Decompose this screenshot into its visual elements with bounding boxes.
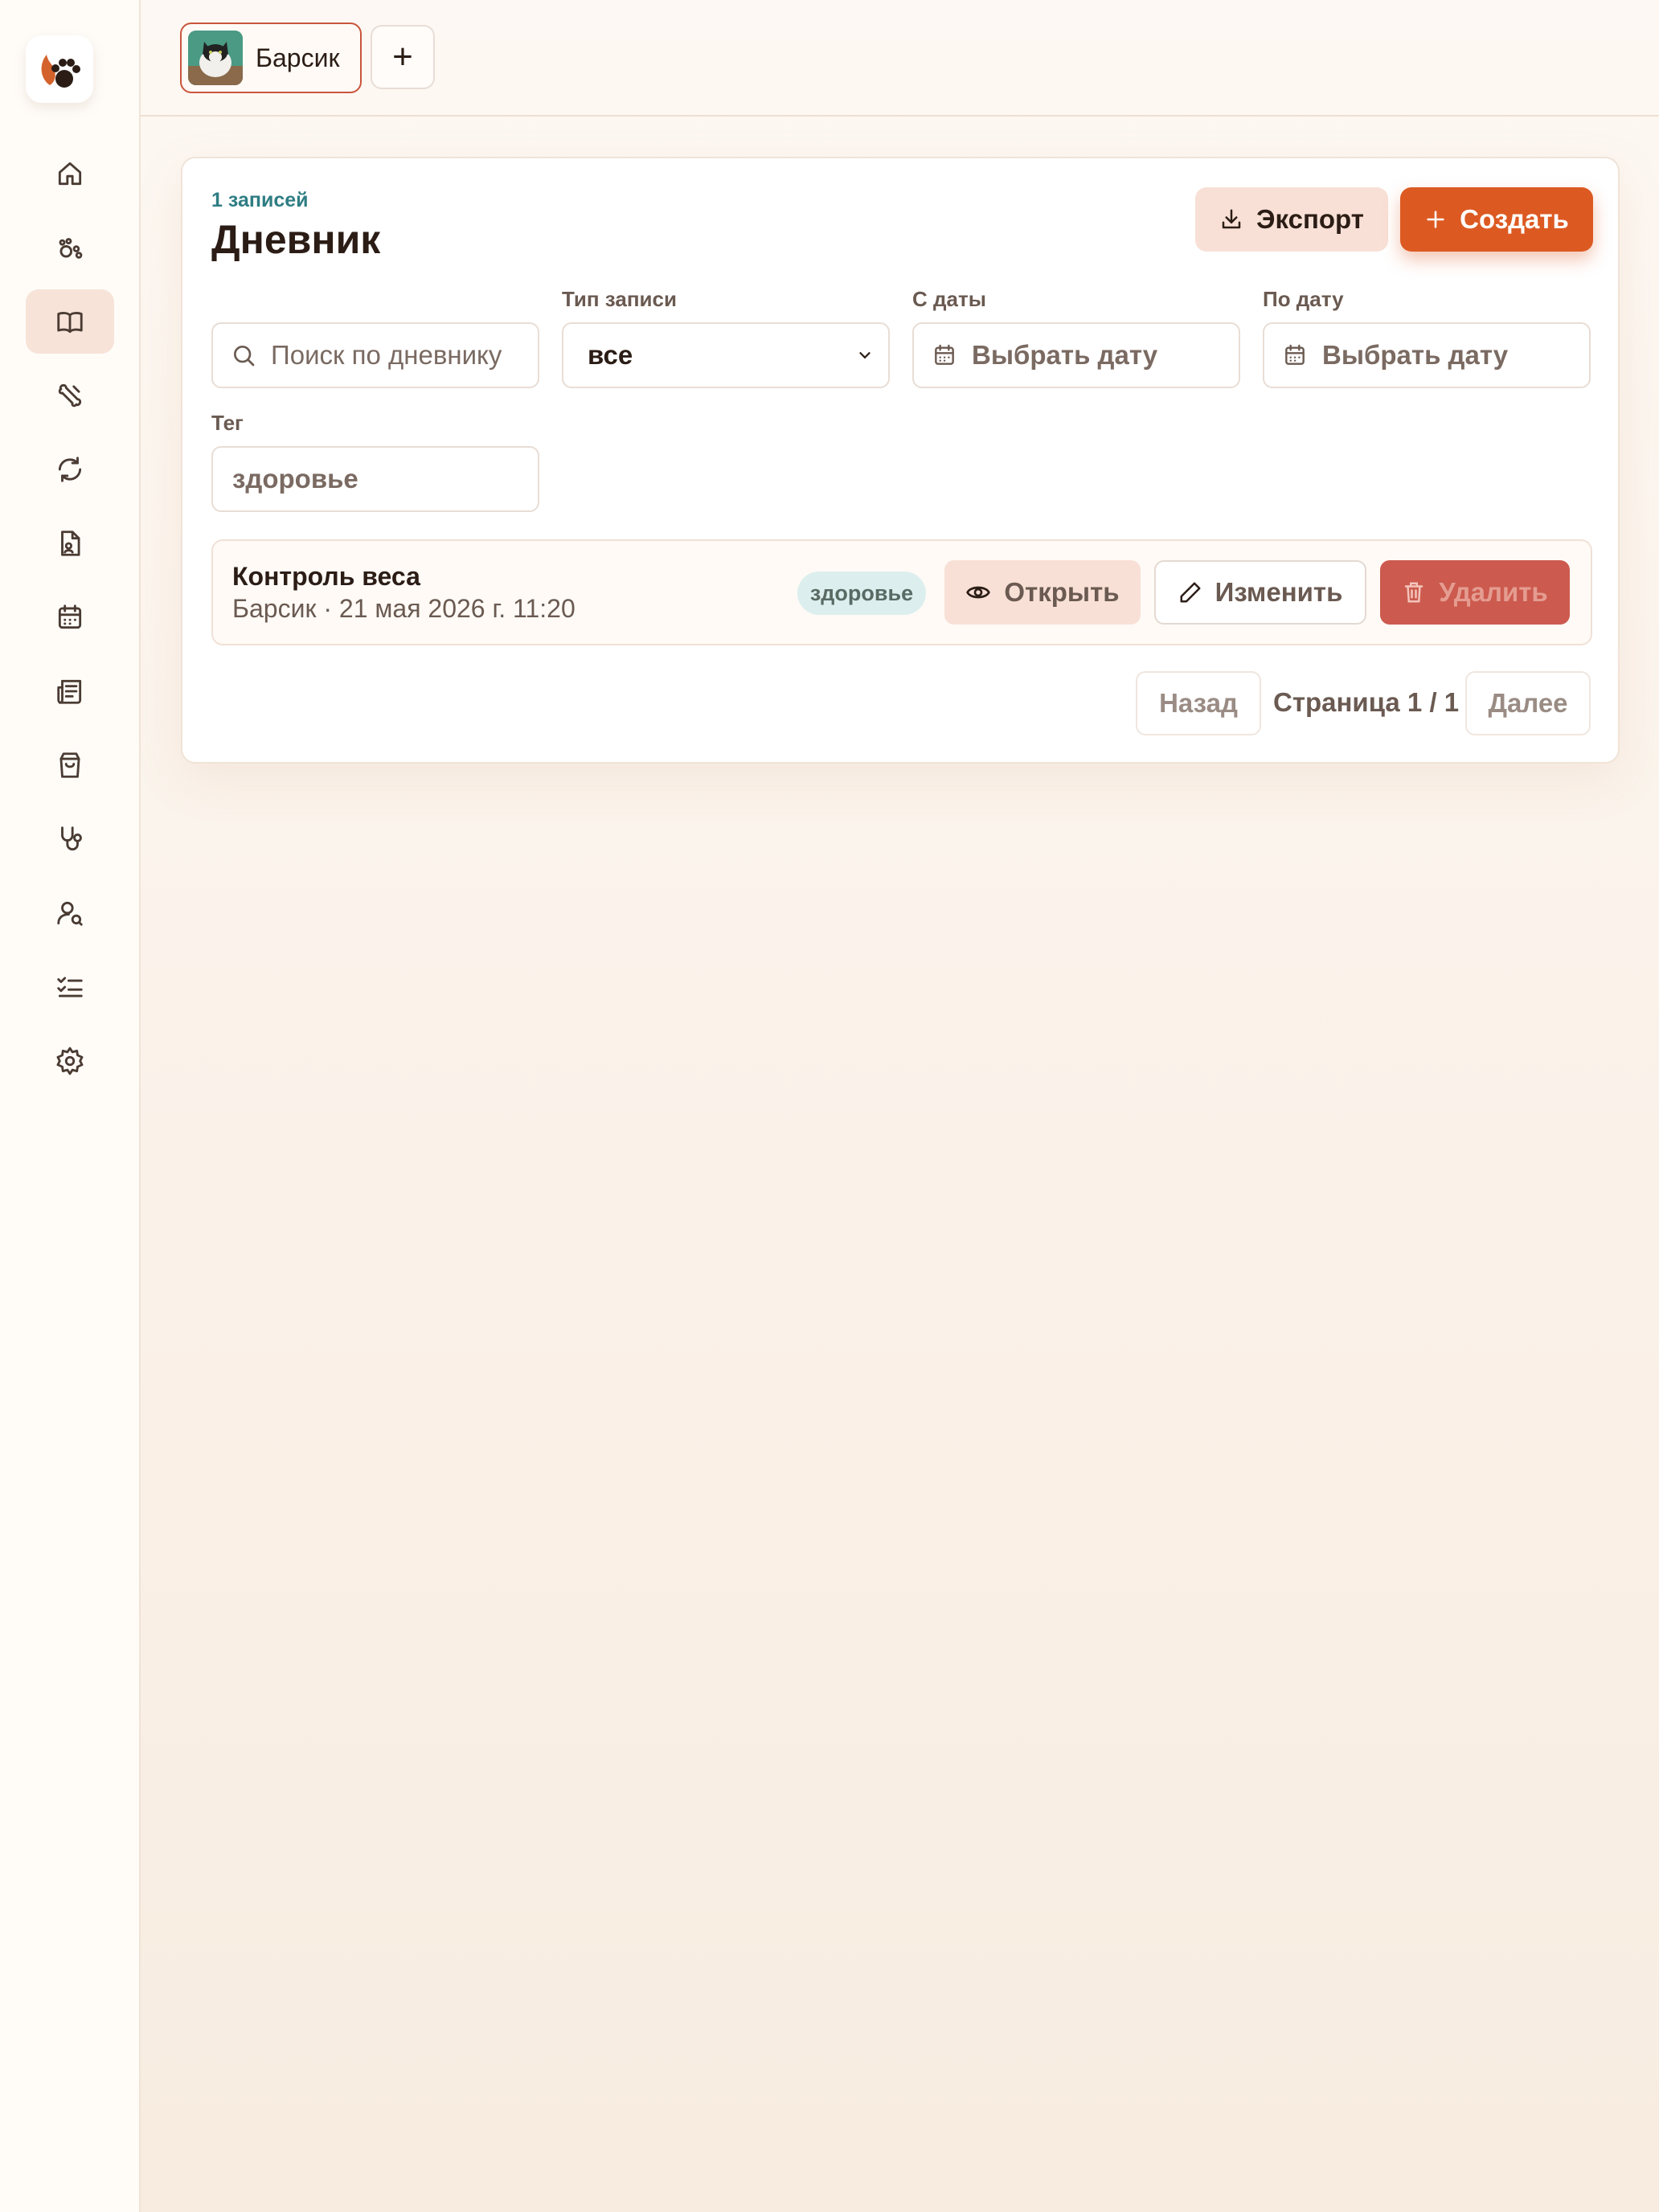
nav-pets[interactable] xyxy=(26,215,114,280)
from-date-picker[interactable]: Выбрать дату xyxy=(912,322,1240,388)
type-label: Тип записи xyxy=(562,287,677,311)
tag-input[interactable]: здоровье xyxy=(211,446,539,512)
tag-value: здоровье xyxy=(232,464,358,494)
to-date-label: По дату xyxy=(1263,287,1344,311)
nav-routines[interactable] xyxy=(26,437,114,502)
from-date-label: С даты xyxy=(912,287,986,311)
trash-icon xyxy=(1405,582,1423,603)
nav-food[interactable] xyxy=(26,363,114,428)
entry-title: Контроль веса xyxy=(232,562,420,591)
calendar-icon xyxy=(935,344,954,365)
entry-tag-badge: здоровье xyxy=(797,571,926,615)
search-input[interactable]: Поиск по дневнику xyxy=(211,322,539,388)
bone-icon xyxy=(58,383,82,408)
calendar-icon xyxy=(1285,344,1305,365)
settings-icon xyxy=(56,1047,84,1075)
app-logo[interactable] xyxy=(26,35,93,103)
nav-calendar[interactable] xyxy=(26,585,114,649)
paws-icon xyxy=(59,238,83,259)
edit-button[interactable]: Изменить xyxy=(1154,560,1366,625)
eye-icon xyxy=(966,586,991,599)
open-label: Открыть xyxy=(1004,577,1120,607)
entries-count: 1 записей xyxy=(211,189,309,211)
list-item: Контроль веса Барсик · 21 мая 2026 г. 11… xyxy=(211,539,1592,645)
nav-vet[interactable] xyxy=(26,807,114,871)
shopping-bag-icon xyxy=(59,752,80,778)
checklist-icon xyxy=(57,977,83,997)
user-search-icon xyxy=(57,901,83,926)
refresh-icon xyxy=(58,457,82,482)
prev-page-button[interactable]: Назад xyxy=(1136,671,1261,735)
stethoscope-icon xyxy=(61,826,82,851)
plus-icon xyxy=(1427,211,1444,228)
nav-diary[interactable] xyxy=(26,289,114,354)
type-select[interactable]: все xyxy=(562,322,890,388)
search-placeholder: Поиск по дневнику xyxy=(271,340,502,370)
nav-settings[interactable] xyxy=(26,1029,114,1093)
export-button[interactable]: Экспорт xyxy=(1195,187,1388,252)
nav-tasks[interactable] xyxy=(26,955,114,1019)
create-label: Создать xyxy=(1460,204,1569,234)
book-open-icon xyxy=(57,312,83,334)
home-icon xyxy=(58,162,82,186)
top-bar: Барсик + xyxy=(141,0,1659,117)
pet-name: Барсик xyxy=(256,43,340,72)
sidebar xyxy=(0,0,141,2212)
newspaper-icon xyxy=(57,679,82,704)
nav-documents[interactable] xyxy=(26,511,114,576)
calendar-icon xyxy=(58,604,82,629)
nav-news[interactable] xyxy=(26,659,114,723)
next-page-button[interactable]: Далее xyxy=(1465,671,1591,735)
from-date-placeholder: Выбрать дату xyxy=(972,340,1158,370)
diary-card: 1 записей Дневник Экспорт Создать Поиск … xyxy=(181,157,1620,764)
to-date-placeholder: Выбрать дату xyxy=(1322,340,1509,370)
to-date-picker[interactable]: Выбрать дату xyxy=(1263,322,1591,388)
pet-avatar xyxy=(188,31,243,85)
pencil-icon xyxy=(1180,582,1201,603)
delete-label: Удалить xyxy=(1439,577,1548,607)
page-title: Дневник xyxy=(211,217,381,262)
nav-specialists[interactable] xyxy=(26,881,114,945)
add-pet-button[interactable]: + xyxy=(371,25,435,89)
document-icon xyxy=(61,530,80,556)
chevron-down-icon xyxy=(859,352,870,359)
create-button[interactable]: Создать xyxy=(1400,187,1593,252)
download-icon xyxy=(1222,209,1241,229)
nav-home[interactable] xyxy=(26,141,114,206)
export-label: Экспорт xyxy=(1256,204,1364,234)
pet-selector-chip[interactable]: Барсик xyxy=(180,23,362,93)
nav-shop[interactable] xyxy=(26,733,114,797)
open-button[interactable]: Открыть xyxy=(944,560,1141,625)
edit-label: Изменить xyxy=(1215,577,1343,607)
type-value: все xyxy=(588,340,633,370)
paw-logo-icon xyxy=(41,55,80,88)
search-icon xyxy=(234,346,255,367)
delete-button[interactable]: Удалить xyxy=(1380,560,1570,625)
page-indicator: Страница 1 / 1 xyxy=(1273,687,1460,717)
entry-meta: Барсик · 21 мая 2026 г. 11:20 xyxy=(232,594,576,623)
tag-label: Тег xyxy=(211,411,244,435)
